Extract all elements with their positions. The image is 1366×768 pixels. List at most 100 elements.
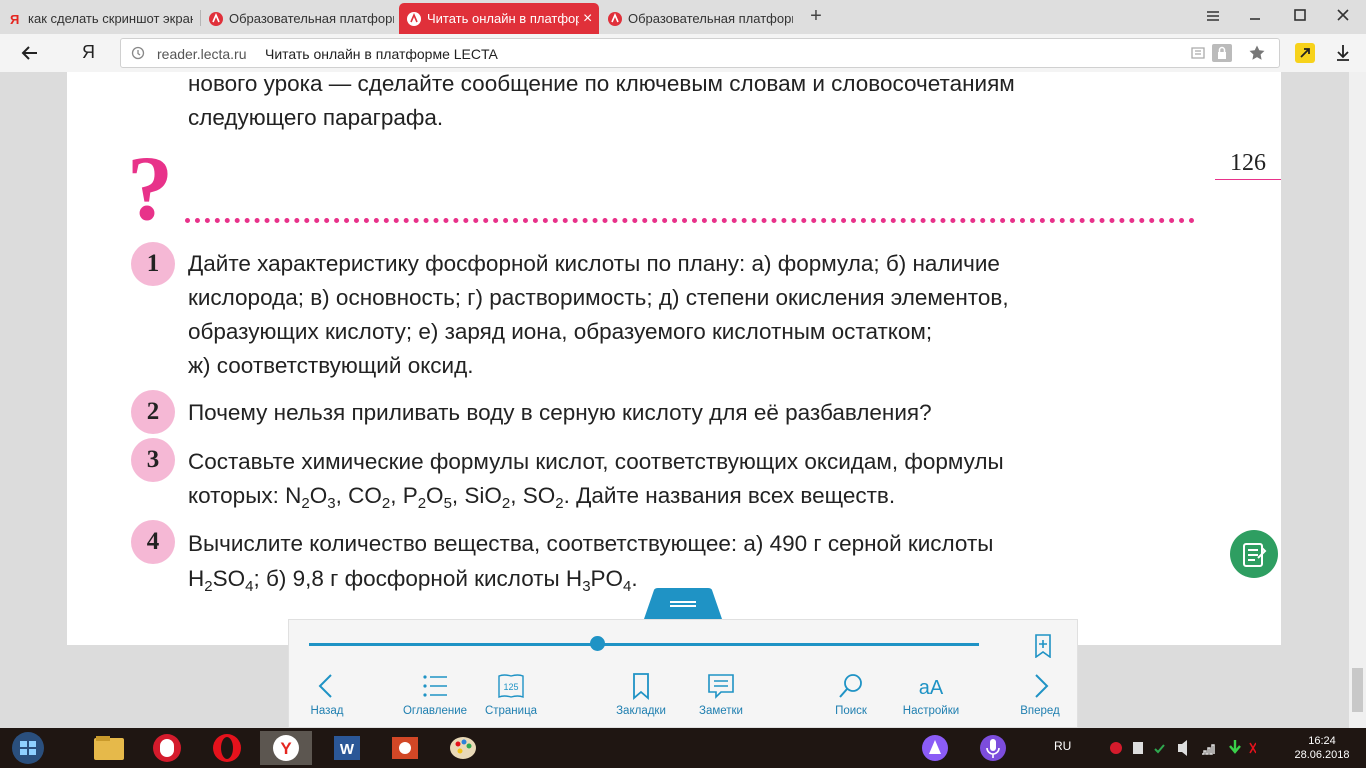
- notes-button[interactable]: Заметки: [676, 672, 766, 717]
- system-clock[interactable]: 16:24 28.06.2018: [1284, 734, 1360, 762]
- formula-fragment: SO: [212, 566, 246, 591]
- subscript: 2: [501, 495, 511, 512]
- text-size-icon: аА: [919, 677, 944, 699]
- notes-icon: [708, 674, 734, 699]
- question-number-badge: 4: [131, 520, 175, 564]
- tab-label: Образовательная платформа: [628, 11, 793, 26]
- yandex-favicon-icon: Я: [10, 12, 19, 26]
- bookmark-icon: [633, 673, 649, 700]
- back-button[interactable]: Назад: [282, 672, 372, 717]
- tab-label: Образовательная платформа: [229, 11, 394, 26]
- toolbar-label: Страница: [484, 705, 538, 717]
- text-fragment: ; б) 9,8 г фосфорной кислоты H: [253, 566, 583, 591]
- text-fragment: . Дайте названия всех веществ.: [563, 483, 896, 508]
- close-tab-icon[interactable]: ×: [583, 10, 592, 28]
- question-4-line: Вычислите количество вещества, соответст…: [188, 531, 994, 556]
- star-icon[interactable]: [1248, 44, 1266, 62]
- extension-icon[interactable]: [1294, 42, 1316, 64]
- clock-date: 28.06.2018: [1294, 749, 1350, 761]
- toolbar-label: Вперед: [1020, 705, 1060, 717]
- page-progress-knob[interactable]: [589, 636, 605, 651]
- formula-fragment: H: [188, 566, 205, 591]
- yandex-browser-icon[interactable]: Y: [258, 730, 314, 766]
- text-size-glyph: аА: [919, 677, 944, 699]
- subscript: 2: [381, 495, 391, 512]
- microphone-icon[interactable]: [966, 730, 1020, 766]
- subscript: 3: [582, 578, 591, 595]
- paint-icon[interactable]: [436, 730, 490, 766]
- subscript: 2: [555, 495, 564, 512]
- question-number-badge: 1: [131, 242, 175, 286]
- windows-taskbar: Y W RU 16:24 28.06.2018: [0, 728, 1366, 768]
- formula-fragment: , SO: [510, 483, 556, 508]
- menu-icon[interactable]: [1202, 6, 1224, 26]
- alice-assistant-icon[interactable]: [908, 730, 962, 766]
- toolbar-label: Заметки: [699, 705, 743, 717]
- start-button[interactable]: [2, 730, 54, 766]
- download-icon[interactable]: [1334, 43, 1352, 63]
- clock-time: 16:24: [1308, 735, 1336, 747]
- question-1-line: ж) соответствующий оксид.: [188, 353, 474, 378]
- toolbar-label: Настройки: [902, 705, 960, 717]
- word-icon[interactable]: W: [320, 730, 374, 766]
- add-bookmark-icon[interactable]: [1033, 634, 1053, 658]
- tab-lecta-1[interactable]: Образовательная платформа: [201, 3, 398, 34]
- formula-fragment: N: [285, 483, 302, 508]
- chevron-right-icon: [1035, 674, 1049, 698]
- formula-fragment: , CO: [335, 483, 382, 508]
- page-icon: 125: [498, 674, 524, 699]
- question-3-formula-line: которых: N2O3, CO2, P2O5, SiO2, SO2. Дай…: [188, 479, 895, 513]
- new-tab-button[interactable]: +: [807, 5, 825, 27]
- svg-text:Y: Y: [280, 739, 292, 758]
- forward-button[interactable]: Вперед: [995, 672, 1085, 717]
- intro-text-line: следующего параграфа.: [188, 105, 444, 130]
- tab-label: Читать онлайн в платформе: [427, 11, 579, 26]
- presentation-app-icon[interactable]: [378, 730, 432, 766]
- lock-icon[interactable]: [1211, 43, 1233, 63]
- maximize-icon[interactable]: [1289, 6, 1311, 26]
- language-indicator[interactable]: RU: [1054, 739, 1071, 753]
- bookmarks-button[interactable]: Закладки: [596, 672, 686, 717]
- settings-button[interactable]: аА Настройки: [886, 672, 976, 717]
- toolbar-label: Поиск: [835, 705, 867, 717]
- close-window-icon[interactable]: [1332, 6, 1354, 26]
- url-field[interactable]: reader.lecta.ru Читать онлайн в платформ…: [120, 38, 1280, 68]
- lecta-favicon-icon: [209, 11, 223, 26]
- search-icon: [839, 674, 862, 698]
- toolbar-collapse-handle[interactable]: [634, 588, 732, 619]
- tab-lecta-2[interactable]: Образовательная платформа: [600, 3, 800, 34]
- reader-toolbar: Назад Оглавление 125 Страница Закладки З…: [288, 619, 1078, 728]
- page-badge-text: 125: [503, 682, 518, 692]
- toolbar-label: Назад: [310, 705, 344, 717]
- arrow-left-icon[interactable]: [20, 44, 40, 62]
- question-number-badge: 3: [131, 438, 175, 482]
- subscript: 3: [327, 495, 336, 512]
- system-tray[interactable]: [1104, 730, 1256, 766]
- search-button[interactable]: Поиск: [806, 672, 896, 717]
- yandex-logo[interactable]: Я: [82, 42, 95, 63]
- scrollbar-thumb[interactable]: [1352, 668, 1363, 712]
- opera-icon[interactable]: [200, 730, 254, 766]
- notes-icon: [1243, 543, 1267, 567]
- formula-fragment: , P: [390, 483, 418, 508]
- tab-lecta-reader[interactable]: Читать онлайн в платформе ×: [399, 3, 599, 34]
- svg-text:Я: Я: [10, 12, 19, 26]
- formula-fragment: O: [426, 483, 444, 508]
- page-button[interactable]: 125 Страница: [466, 672, 556, 717]
- tab-yandex-search[interactable]: Я как сделать скриншот экрана: [0, 3, 200, 34]
- question-2-line: Почему нельзя приливать воду в серную ки…: [188, 400, 932, 425]
- dotted-divider: [185, 218, 1195, 223]
- notes-floating-button[interactable]: [1230, 530, 1278, 578]
- minimize-icon[interactable]: [1244, 6, 1266, 26]
- opera-neon-icon[interactable]: [140, 730, 194, 766]
- formula-fragment: , SiO: [451, 483, 502, 508]
- question-mark-icon: ?: [127, 137, 173, 239]
- formula-fragment: PO: [590, 566, 624, 591]
- explorer-icon[interactable]: [82, 730, 136, 766]
- connection-icon[interactable]: [131, 46, 145, 60]
- page-scrollbar[interactable]: [1349, 72, 1366, 728]
- toolbar-label: Закладки: [616, 705, 666, 717]
- reader-mode-icon[interactable]: [1189, 45, 1207, 61]
- page-progress-track[interactable]: [309, 643, 979, 646]
- browser-tab-strip: Я как сделать скриншот экрана Образовате…: [0, 0, 1366, 34]
